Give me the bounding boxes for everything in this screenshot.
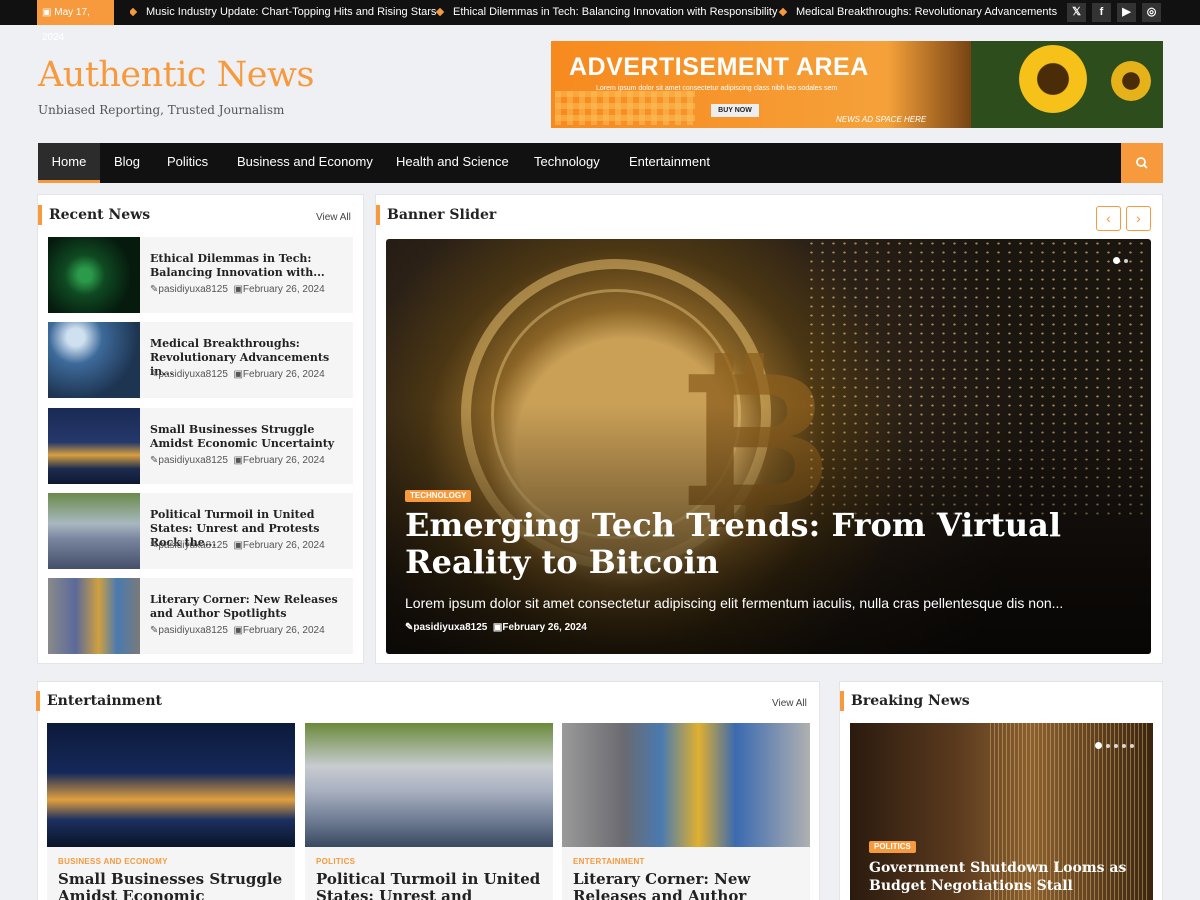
recent-view-all-link[interactable]: View All bbox=[316, 212, 351, 223]
x-icon[interactable]: 𝕏 bbox=[1067, 3, 1086, 22]
entertainment-card[interactable]: BUSINESS AND ECONOMY Small Businesses St… bbox=[47, 723, 295, 900]
nav-politics[interactable]: Politics bbox=[167, 143, 208, 183]
list-item[interactable]: Ethical Dilemmas in Tech: Balancing Inno… bbox=[48, 237, 353, 313]
slide-excerpt: Lorem ipsum dolor sit amet consectetur a… bbox=[405, 595, 1064, 611]
nav-technology[interactable]: Technology bbox=[534, 143, 600, 183]
nav-home[interactable]: Home bbox=[38, 143, 100, 183]
breaking-news-slide[interactable]: POLITICS Government Shutdown Looms as Bu… bbox=[850, 723, 1153, 900]
recent-news-heading: Recent News bbox=[37, 205, 150, 225]
facebook-icon[interactable]: f bbox=[1092, 3, 1111, 22]
ad-buy-button[interactable]: BUY NOW bbox=[711, 104, 759, 117]
news-meta: ✎pasidiyuxa8125 ▣February 26, 2024 bbox=[150, 625, 325, 636]
ad-pattern bbox=[555, 91, 695, 125]
card-image[interactable] bbox=[562, 723, 810, 847]
slider-dots[interactable] bbox=[1113, 251, 1132, 269]
ticker-item[interactable]: Medical Breakthroughs: Revolutionary Adv… bbox=[778, 0, 1060, 25]
entertainment-card[interactable]: POLITICS Political Turmoil in United Sta… bbox=[305, 723, 553, 900]
card-title[interactable]: Political Turmoil in United States: Unre… bbox=[316, 871, 546, 900]
youtube-icon[interactable]: ▶ bbox=[1117, 3, 1136, 22]
site-tagline: Unbiased Reporting, Trusted Journalism bbox=[38, 103, 285, 117]
main-navigation: Home Blog Politics Business and Economy … bbox=[38, 143, 1163, 183]
nav-business-economy[interactable]: Business and Economy bbox=[237, 143, 373, 183]
card-category[interactable]: POLITICS bbox=[316, 857, 355, 866]
breaking-news-heading: Breaking News bbox=[840, 691, 970, 711]
news-title[interactable]: Literary Corner: New Releases and Author… bbox=[150, 593, 345, 621]
news-meta: ✎pasidiyuxa8125 ▣February 26, 2024 bbox=[150, 455, 325, 466]
news-ticker: Music Industry Update: Chart-Topping Hit… bbox=[130, 0, 1060, 25]
news-title[interactable]: Small Businesses Struggle Amidst Economi… bbox=[150, 423, 345, 451]
instagram-icon[interactable]: ◎ bbox=[1142, 3, 1161, 22]
card-image[interactable] bbox=[305, 723, 553, 847]
news-thumbnail[interactable] bbox=[48, 493, 140, 569]
ticker-item[interactable]: Ethical Dilemmas in Tech: Balancing Inno… bbox=[435, 0, 777, 25]
breaking-slider-dots[interactable] bbox=[1095, 736, 1138, 754]
slide-image[interactable]: ₿ TECHNOLOGY Emerging Tech Trends: From … bbox=[386, 239, 1151, 654]
news-thumbnail[interactable] bbox=[48, 578, 140, 654]
breaking-headline[interactable]: Government Shutdown Looms as Budget Nego… bbox=[869, 859, 1139, 895]
news-meta: ✎pasidiyuxa8125 ▣February 26, 2024 bbox=[150, 284, 325, 295]
entertainment-view-all-link[interactable]: View All bbox=[772, 698, 807, 709]
slide-category-badge[interactable]: TECHNOLOGY bbox=[405, 490, 472, 502]
list-item[interactable]: Medical Breakthroughs: Revolutionary Adv… bbox=[48, 322, 353, 398]
slider-next-button[interactable]: › bbox=[1126, 206, 1151, 231]
news-thumbnail[interactable] bbox=[48, 322, 140, 398]
ticker-item[interactable]: Music Industry Update: Chart-Topping Hit… bbox=[130, 0, 436, 25]
current-date: May 17, 2024 bbox=[42, 7, 90, 43]
card-category[interactable]: ENTERTAINMENT bbox=[573, 857, 645, 866]
list-item[interactable]: Political Turmoil in United States: Unre… bbox=[48, 493, 353, 569]
news-meta: ✎pasidiyuxa8125 ▣February 26, 2024 bbox=[150, 369, 325, 380]
slider-prev-button[interactable]: ‹ bbox=[1096, 206, 1121, 231]
nav-entertainment[interactable]: Entertainment bbox=[629, 143, 710, 183]
date-badge: ▣ May 17, 2024 bbox=[37, 0, 114, 43]
card-image[interactable] bbox=[47, 723, 295, 847]
news-thumbnail[interactable] bbox=[48, 237, 140, 313]
list-item[interactable]: Literary Corner: New Releases and Author… bbox=[48, 578, 353, 654]
slide-headline[interactable]: Emerging Tech Trends: From Virtual Reali… bbox=[405, 507, 1125, 581]
site-title[interactable]: Authentic News bbox=[38, 55, 314, 95]
list-item[interactable]: Small Businesses Struggle Amidst Economi… bbox=[48, 408, 353, 484]
news-meta: ✎pasidiyuxa8125 ▣February 26, 2024 bbox=[150, 540, 325, 551]
card-title[interactable]: Literary Corner: New Releases and Author… bbox=[573, 871, 803, 900]
card-title[interactable]: Small Businesses Struggle Amidst Economi… bbox=[58, 871, 288, 900]
nav-health-science[interactable]: Health and Science bbox=[396, 143, 509, 183]
search-button[interactable] bbox=[1121, 143, 1163, 183]
ad-subtitle: Lorem ipsum dolor sit amet consectetur a… bbox=[596, 85, 838, 92]
news-title[interactable]: Ethical Dilemmas in Tech: Balancing Inno… bbox=[150, 252, 345, 280]
nav-blog[interactable]: Blog bbox=[114, 143, 140, 183]
sunflower-image bbox=[971, 41, 1163, 128]
ad-footer-text: NEWS AD SPACE HERE bbox=[836, 115, 927, 124]
card-category[interactable]: BUSINESS AND ECONOMY bbox=[58, 857, 168, 866]
advertisement-banner[interactable]: ADVERTISEMENT AREA Lorem ipsum dolor sit… bbox=[551, 41, 1163, 128]
search-icon bbox=[1136, 157, 1148, 169]
breaking-category-badge[interactable]: POLITICS bbox=[869, 841, 916, 853]
slide-meta: ✎pasidiyuxa8125 ▣February 26, 2024 bbox=[405, 622, 587, 633]
entertainment-heading: Entertainment bbox=[35, 691, 162, 711]
entertainment-card[interactable]: ENTERTAINMENT Literary Corner: New Relea… bbox=[562, 723, 810, 900]
top-bar: ▣ May 17, 2024 Music Industry Update: Ch… bbox=[0, 0, 1200, 43]
ad-title: ADVERTISEMENT AREA bbox=[569, 53, 869, 81]
banner-slider-heading: Banner Slider bbox=[375, 205, 496, 225]
news-thumbnail[interactable] bbox=[48, 408, 140, 484]
